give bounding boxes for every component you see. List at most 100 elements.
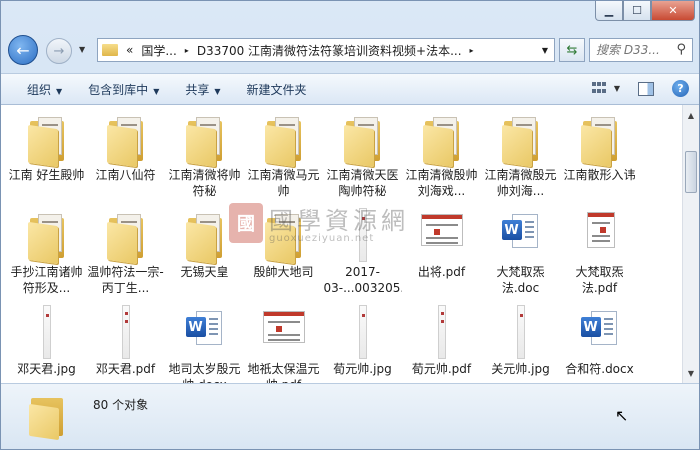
include-library-button[interactable]: 包含到库中 ▼ — [88, 81, 159, 98]
file-item[interactable]: W 大梵取炁法.doc — [481, 206, 560, 303]
share-button[interactable]: 共享 ▼ — [185, 81, 220, 98]
file-item[interactable]: 温帅符法一宗-丙丁生... — [86, 206, 165, 303]
file-name: 关元帅.jpg — [491, 362, 550, 376]
file-item[interactable]: 江南清微马元帅 — [244, 109, 323, 206]
word-document-icon: W — [575, 305, 625, 361]
file-item[interactable]: 殷帥大地司 — [244, 206, 323, 303]
file-item[interactable]: 江南 好生殿帅 — [7, 109, 86, 206]
file-grid: 江南 好生殿帅 江南八仙符 江南清微将帅符秘 江南清微马元帅 江南清微天医陶帅符秘 江南清… — [7, 109, 667, 383]
explorer-window: ▁ ☐ ✕ ← → ▼ « 国学... ▸ D33700 江南清微符法符篆培训资… — [0, 0, 700, 450]
folder-icon — [259, 208, 309, 265]
breadcrumb-overflow[interactable]: « — [126, 43, 133, 57]
chevron-down-icon: ▼ — [56, 86, 63, 96]
folder-icon — [417, 111, 467, 168]
minimize-button[interactable]: ▁ — [595, 1, 623, 21]
folder-icon — [180, 111, 230, 168]
pdf-file-icon — [417, 305, 467, 361]
file-name: 殷帥大地司 — [253, 265, 314, 279]
file-item[interactable]: 关元帅.jpg — [481, 303, 560, 383]
file-item[interactable]: 无锡天皇 — [165, 206, 244, 303]
view-controls: ▼ ? — [591, 80, 689, 97]
title-bar[interactable]: ▁ ☐ ✕ — [1, 1, 699, 31]
file-item[interactable]: 地祇太保温元帅.pdf — [244, 303, 323, 383]
file-item[interactable]: 江南八仙符 — [86, 109, 165, 206]
file-item[interactable]: 江南清微将帅符秘 — [165, 109, 244, 206]
file-name: 江南清微殷元帅刘海... — [484, 168, 557, 198]
breadcrumb-current[interactable]: D33700 江南清微符法符篆培训资料视频+法本... — [197, 42, 462, 59]
new-folder-button[interactable]: 新建文件夹 — [247, 81, 307, 98]
file-name: 手抄江南诸帅符形及... — [10, 265, 83, 295]
folder-icon — [259, 111, 309, 168]
file-name: 温帅符法一宗-丙丁生... — [87, 265, 164, 295]
file-name: 大梵取炁法.pdf — [575, 265, 624, 295]
object-count: 80 个对象 — [93, 398, 149, 412]
command-bar: 组织 ▼ 包含到库中 ▼ 共享 ▼ 新建文件夹 ▼ ? — [1, 73, 699, 105]
chevron-down-icon: ▼ — [214, 86, 221, 96]
file-name: 地司太岁殷元帅.docx — [168, 362, 241, 383]
file-item[interactable]: 荀元帅.pdf — [402, 303, 481, 383]
search-box[interactable]: ⚲ — [589, 38, 693, 62]
file-name: 江南清微马元帅 — [247, 168, 320, 198]
scroll-up-icon[interactable]: ▲ — [684, 107, 698, 123]
file-name: 江南八仙符 — [95, 168, 156, 182]
maximize-icon: ☐ — [632, 4, 642, 17]
preview-pane-icon[interactable] — [638, 81, 654, 96]
file-item[interactable]: 江南清微天医陶帅符秘 — [323, 109, 402, 206]
address-bar[interactable]: « 国学... ▸ D33700 江南清微符法符篆培训资料视频+法本... ▸ … — [97, 38, 555, 62]
file-name: 合和符.docx — [565, 362, 634, 376]
view-options-icon[interactable] — [591, 81, 608, 96]
image-file-icon — [496, 305, 546, 361]
folder-icon — [180, 208, 230, 265]
file-item[interactable]: W地司太岁殷元帅.docx — [165, 303, 244, 383]
scroll-down-icon[interactable]: ▼ — [684, 365, 698, 381]
folder-icon — [27, 392, 67, 441]
search-input[interactable] — [590, 42, 678, 58]
organize-button[interactable]: 组织 ▼ — [27, 81, 62, 98]
file-item[interactable]: 大梵取炁法.pdf — [560, 206, 639, 303]
file-item[interactable]: 江南清微殷元帅刘海... — [481, 109, 560, 206]
folder-icon — [22, 208, 72, 265]
file-name: 大梵取炁法.doc — [496, 265, 545, 295]
image-file-icon — [338, 208, 388, 264]
forward-button[interactable]: → — [46, 38, 72, 64]
file-name: 地祇太保温元帅.pdf — [247, 362, 320, 383]
search-icon[interactable]: ⚲ — [676, 42, 686, 57]
file-name: 无锡天皇 — [180, 265, 229, 279]
file-list-view[interactable]: 江南 好生殿帅 江南八仙符 江南清微将帅符秘 江南清微马元帅 江南清微天医陶帅符秘 江南清… — [1, 105, 699, 383]
refresh-button[interactable]: ⇆ — [559, 38, 585, 62]
navigation-row: ← → ▼ « 国学... ▸ D33700 江南清微符法符篆培训资料视频+法本… — [1, 33, 699, 67]
view-dropdown-icon[interactable]: ▼ — [614, 84, 620, 93]
breadcrumb-separator-icon[interactable]: ▸ — [185, 46, 189, 55]
arrow-left-icon: ← — [16, 40, 30, 60]
file-item[interactable]: 出将.pdf — [402, 206, 481, 303]
address-dropdown-icon[interactable]: ▼ — [542, 46, 548, 55]
file-item[interactable]: 2017-03-...003205.jpg — [323, 206, 402, 303]
file-item[interactable]: 手抄江南诸帅符形及... — [7, 206, 86, 303]
chevron-down-icon: ▼ — [153, 86, 160, 96]
scrollbar-thumb[interactable] — [685, 151, 697, 193]
vertical-scrollbar[interactable]: ▲ ▼ — [682, 105, 699, 383]
back-button[interactable]: ← — [8, 35, 38, 65]
file-item[interactable]: W 合和符.docx — [560, 303, 639, 383]
file-name: 江南清微殷帅刘海戏... — [405, 168, 478, 198]
file-name: 邓天君.jpg — [17, 362, 76, 376]
breadcrumb-root[interactable]: 国学... — [141, 42, 176, 59]
file-item[interactable]: 邓天君.pdf — [86, 303, 165, 383]
file-item[interactable]: 荀元帅.jpg — [323, 303, 402, 383]
pdf-file-icon — [575, 208, 625, 264]
word-document-icon: W — [496, 208, 546, 264]
word-document-icon: W — [180, 305, 230, 361]
file-item[interactable]: 江南清微殷帅刘海戏... — [402, 109, 481, 206]
file-name: 江南散形入讳 — [563, 168, 636, 182]
file-item[interactable]: 江南散形入讳 — [560, 109, 639, 206]
close-button[interactable]: ✕ — [651, 1, 695, 21]
breadcrumb-separator-icon[interactable]: ▸ — [470, 46, 474, 55]
file-name: 荀元帅.jpg — [333, 362, 392, 376]
file-item[interactable]: 邓天君.jpg — [7, 303, 86, 383]
recent-pages-dropdown[interactable]: ▼ — [79, 45, 85, 54]
image-file-icon — [22, 305, 72, 361]
help-icon[interactable]: ? — [672, 80, 689, 97]
file-name: 江南清微将帅符秘 — [168, 168, 241, 198]
image-file-icon — [338, 305, 388, 361]
maximize-button[interactable]: ☐ — [623, 1, 651, 21]
